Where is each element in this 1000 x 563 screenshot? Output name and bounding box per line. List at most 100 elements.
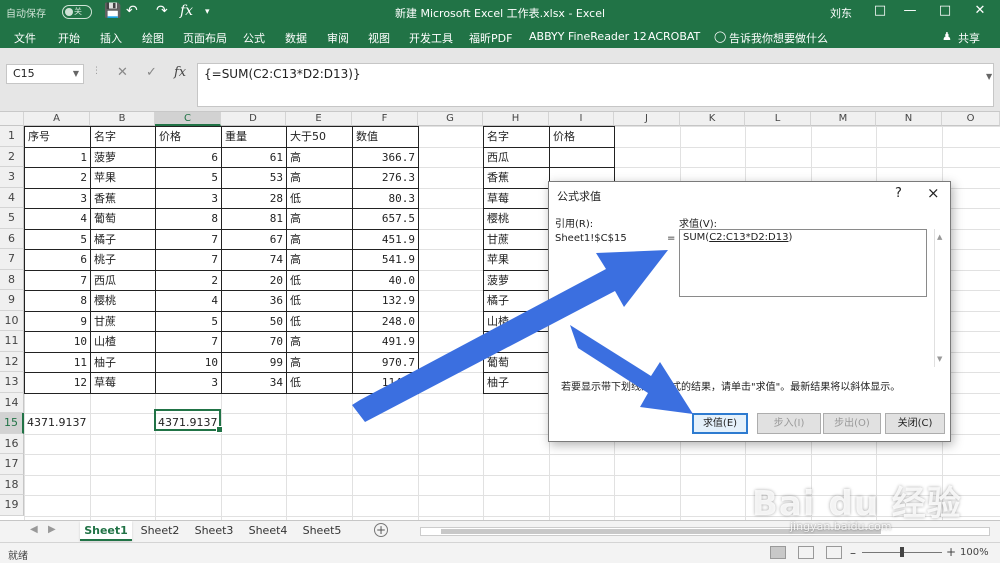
column-header-n[interactable]: N — [876, 112, 942, 126]
evaluate-button[interactable]: 求值(E) — [692, 413, 748, 434]
row-header-16[interactable]: 16 — [0, 433, 24, 454]
name-box[interactable]: C15 ▼ — [6, 64, 84, 84]
table-cell[interactable]: 5 — [155, 167, 222, 189]
tab-home[interactable]: 开始 — [58, 30, 80, 46]
table-cell[interactable]: 高 — [286, 249, 353, 271]
table-cell[interactable]: 6 — [155, 146, 222, 168]
share-button[interactable]: 共享 — [958, 30, 980, 46]
table-cell[interactable]: 4 — [24, 208, 91, 230]
table-cell[interactable]: 40.0 — [352, 269, 419, 291]
table-cell[interactable]: 低 — [286, 187, 353, 209]
row-header-19[interactable]: 19 — [0, 495, 24, 516]
table-cell[interactable]: 山楂 — [90, 331, 156, 353]
dialog-scrollbar[interactable]: ▲ ▼ — [934, 229, 946, 367]
close-window-icon[interactable]: ✕ — [965, 3, 995, 18]
table-cell[interactable]: 28 — [221, 187, 287, 209]
table-cell[interactable]: 7 — [24, 269, 91, 291]
table-header-cell[interactable]: 名字 — [90, 126, 156, 148]
row-header-18[interactable]: 18 — [0, 474, 24, 495]
row-header-13[interactable]: 13 — [0, 372, 24, 393]
table-cell[interactable]: 橘子 — [90, 228, 156, 250]
tab-draw[interactable]: 绘图 — [142, 30, 164, 46]
table-cell[interactable]: 9 — [24, 310, 91, 332]
prev-sheet-icon[interactable]: ◀ — [30, 524, 38, 535]
zoom-level[interactable]: 100% — [960, 547, 989, 558]
table-cell[interactable]: 81 — [221, 208, 287, 230]
table-cell[interactable]: 西瓜 — [90, 269, 156, 291]
column-header-a[interactable]: A — [24, 112, 90, 126]
cancel-icon[interactable]: ✕ — [117, 65, 128, 80]
column-header-e[interactable]: E — [286, 112, 352, 126]
table-cell[interactable]: 541.9 — [352, 249, 419, 271]
evaluation-box[interactable]: SUM(C2:C13*D2:D13) — [679, 229, 927, 297]
table-cell[interactable]: 248.0 — [352, 310, 419, 332]
row-header-7[interactable]: 7 — [0, 249, 24, 270]
row-header-11[interactable]: 11 — [0, 331, 24, 352]
add-sheet-button[interactable]: + — [374, 523, 388, 537]
table-cell[interactable]: 114.0 — [352, 372, 419, 394]
column-header-l[interactable]: L — [745, 112, 811, 126]
row-header-15[interactable]: 15 — [0, 413, 24, 434]
table-cell[interactable]: 12 — [24, 372, 91, 394]
page-break-view-icon[interactable] — [826, 546, 842, 559]
tab-file[interactable]: 文件 — [14, 30, 36, 46]
ribbon-options-icon[interactable]: □ — [865, 3, 895, 18]
table-cell[interactable]: 34 — [221, 372, 287, 394]
side-table-name-cell[interactable]: 甘蔗 — [483, 228, 550, 250]
table-cell[interactable]: 6 — [24, 249, 91, 271]
row-header-2[interactable]: 2 — [0, 146, 24, 167]
table-cell[interactable]: 53 — [221, 167, 287, 189]
row-header-4[interactable]: 4 — [0, 187, 24, 208]
tab-foxit-pdf[interactable]: 福昕PDF — [469, 30, 512, 46]
column-header-f[interactable]: F — [352, 112, 418, 126]
row-header-3[interactable]: 3 — [0, 167, 24, 188]
page-layout-view-icon[interactable] — [798, 546, 814, 559]
sheet-tab-4[interactable]: Sheet4 — [242, 521, 294, 541]
table-cell[interactable]: 10 — [24, 331, 91, 353]
table-cell[interactable]: 甘蔗 — [90, 310, 156, 332]
tab-page-layout[interactable]: 页面布局 — [183, 30, 227, 46]
sheet-tab-1[interactable]: Sheet1 — [80, 521, 132, 541]
table-cell[interactable]: 36 — [221, 290, 287, 312]
table-cell[interactable]: 低 — [286, 290, 353, 312]
table-cell[interactable]: 低 — [286, 372, 353, 394]
zoom-slider-thumb[interactable] — [900, 547, 904, 557]
zoom-in-icon[interactable]: + — [946, 545, 956, 559]
table-cell[interactable]: 7 — [155, 331, 222, 353]
step-out-button[interactable]: 步出(O) — [823, 413, 881, 434]
table-cell[interactable]: 970.7 — [352, 351, 419, 373]
cell-a15[interactable]: 4371.9137 — [24, 413, 90, 434]
side-table-name-cell[interactable]: 香蕉 — [483, 167, 550, 189]
table-header-cell[interactable]: 价格 — [155, 126, 222, 148]
select-all-corner[interactable] — [0, 112, 24, 126]
chevron-down-icon[interactable]: ▼ — [73, 65, 79, 83]
table-cell[interactable]: 5 — [24, 228, 91, 250]
table-header-cell[interactable]: 序号 — [24, 126, 91, 148]
side-table-name-cell[interactable]: 山楂 — [483, 310, 550, 332]
table-cell[interactable]: 葡萄 — [90, 208, 156, 230]
tab-formulas[interactable]: 公式 — [243, 30, 265, 46]
table-cell[interactable]: 7 — [155, 249, 222, 271]
fx-icon[interactable]: fx — [174, 65, 186, 80]
table-header-cell[interactable]: 大于50 — [286, 126, 353, 148]
column-header-h[interactable]: H — [483, 112, 549, 126]
side-table-header-cell[interactable]: 名字 — [483, 126, 550, 148]
step-in-button[interactable]: 步入(I) — [757, 413, 821, 434]
side-table-header-cell[interactable]: 价格 — [549, 126, 615, 148]
table-cell[interactable]: 8 — [24, 290, 91, 312]
row-header-17[interactable]: 17 — [0, 454, 24, 475]
column-header-j[interactable]: J — [614, 112, 680, 126]
table-cell[interactable]: 苹果 — [90, 167, 156, 189]
table-cell[interactable]: 香蕉 — [90, 187, 156, 209]
table-cell[interactable]: 10 — [155, 351, 222, 373]
table-cell[interactable]: 高 — [286, 167, 353, 189]
tab-developer[interactable]: 开发工具 — [409, 30, 453, 46]
close-icon[interactable]: × — [927, 184, 940, 202]
sheet-tab-2[interactable]: Sheet2 — [134, 521, 186, 541]
table-cell[interactable]: 11 — [24, 351, 91, 373]
table-cell[interactable]: 柚子 — [90, 351, 156, 373]
table-cell[interactable]: 3 — [24, 187, 91, 209]
user-name[interactable]: 刘东 — [830, 5, 852, 21]
column-header-i[interactable]: I — [549, 112, 614, 126]
table-cell[interactable]: 67 — [221, 228, 287, 250]
